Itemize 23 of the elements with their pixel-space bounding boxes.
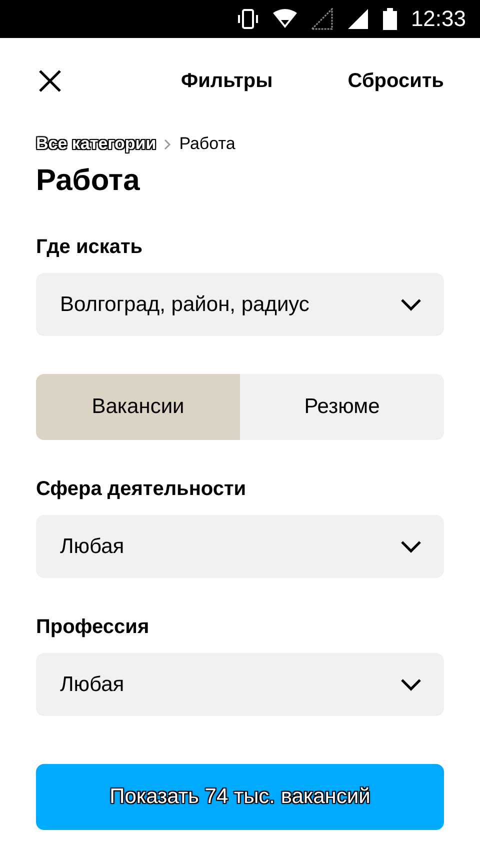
status-time: 12:33: [410, 6, 466, 32]
chevron-down-icon: [400, 678, 422, 692]
location-select[interactable]: Волгоград, район, радиус: [36, 273, 444, 336]
breadcrumb-link[interactable]: Все категории: [36, 134, 156, 154]
close-icon[interactable]: [38, 69, 62, 93]
chevron-down-icon: [400, 540, 422, 554]
page-title: Работа: [36, 164, 141, 198]
reset-button[interactable]: Сбросить: [348, 70, 444, 92]
signal-icon: [310, 8, 333, 30]
field-label: Профессия: [36, 616, 150, 639]
vibrate-icon: [236, 8, 259, 30]
signal-icon: [346, 8, 369, 30]
chevron-right-icon: [164, 138, 172, 150]
dropdown-select[interactable]: Любая: [36, 515, 444, 578]
field-label: Где искать: [36, 236, 144, 259]
segment-tab[interactable]: Вакансии: [36, 374, 240, 440]
breadcrumb-current: Работа: [179, 134, 236, 154]
wifi-icon: [272, 9, 297, 29]
field-label: Сфера деятельности: [36, 478, 248, 501]
dropdown-select[interactable]: Любая: [36, 653, 444, 716]
battery-icon: [382, 8, 397, 30]
screen-title: Фильтры: [181, 70, 273, 92]
chevron-down-icon: [400, 298, 422, 312]
